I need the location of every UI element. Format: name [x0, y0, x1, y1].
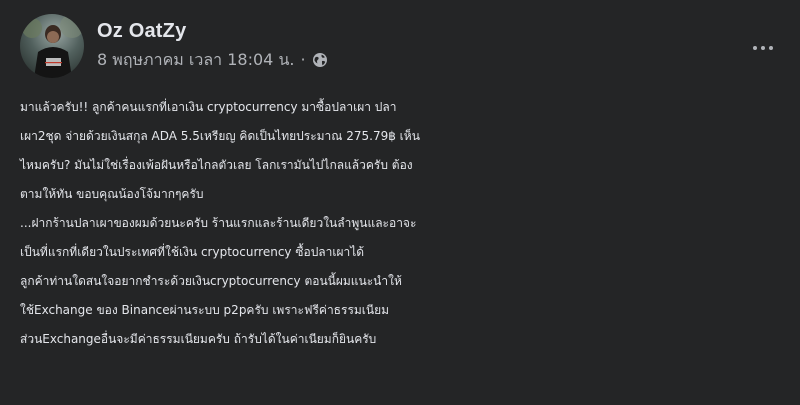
facebook-post: Oz OatZy 8 พฤษภาคม เวลา 18:04 น. · มาแล้ [0, 0, 800, 405]
message-line: มาแล้วครับ!! ลูกค้าคนแรกที่เอาเงิน crypt… [20, 100, 397, 114]
message-line: ...ฝากร้านปลาเผาของผมด้วยนะครับ ร้านแรกแ… [20, 216, 417, 230]
message-line: ไหมครับ? มันไม่ใช่เรื่องเพ้อฝันหรือไกลตั… [20, 158, 413, 172]
post-timestamp[interactable]: 8 พฤษภาคม เวลา 18:04 น. [97, 50, 294, 70]
post-meta: Oz OatZy 8 พฤษภาคม เวลา 18:04 น. · [97, 18, 328, 70]
message-line: ส่วนExchangeอื่นจะมีค่าธรรมเนียมครับ ถ้า… [20, 332, 377, 346]
message-line: เผา2ชุด จ่ายด้วยเงินสกุล ADA 5.5เหรียญ ค… [20, 129, 420, 143]
message-line: เป็นที่แรกที่เดียวในประเทศที่ใช้เงิน cry… [20, 245, 365, 259]
post-message: มาแล้วครับ!! ลูกค้าคนแรกที่เอาเงิน crypt… [20, 93, 790, 354]
globe-icon[interactable] [312, 52, 328, 68]
more-options-icon [753, 46, 757, 50]
timestamp-row: 8 พฤษภาคม เวลา 18:04 น. · [97, 50, 328, 70]
avatar-image [22, 14, 84, 78]
more-options-dot [769, 46, 773, 50]
message-line: ตามให้ทัน ขอบคุณน้องโจ้มากๆครับ [20, 187, 204, 201]
more-options-dot [761, 46, 765, 50]
message-line: ลูกค้าท่านใดสนใจอยากชำระด้วยเงินcryptocu… [20, 274, 402, 288]
more-options-button[interactable] [748, 38, 778, 58]
author-name[interactable]: Oz OatZy [97, 18, 328, 44]
post-header: Oz OatZy 8 พฤษภาคม เวลา 18:04 น. · [20, 14, 328, 78]
message-line: ใช้Exchange ของ Binanceผ่านระบบ p2pครับ … [20, 303, 390, 317]
separator-dot: · [300, 50, 306, 69]
avatar[interactable] [20, 14, 84, 78]
